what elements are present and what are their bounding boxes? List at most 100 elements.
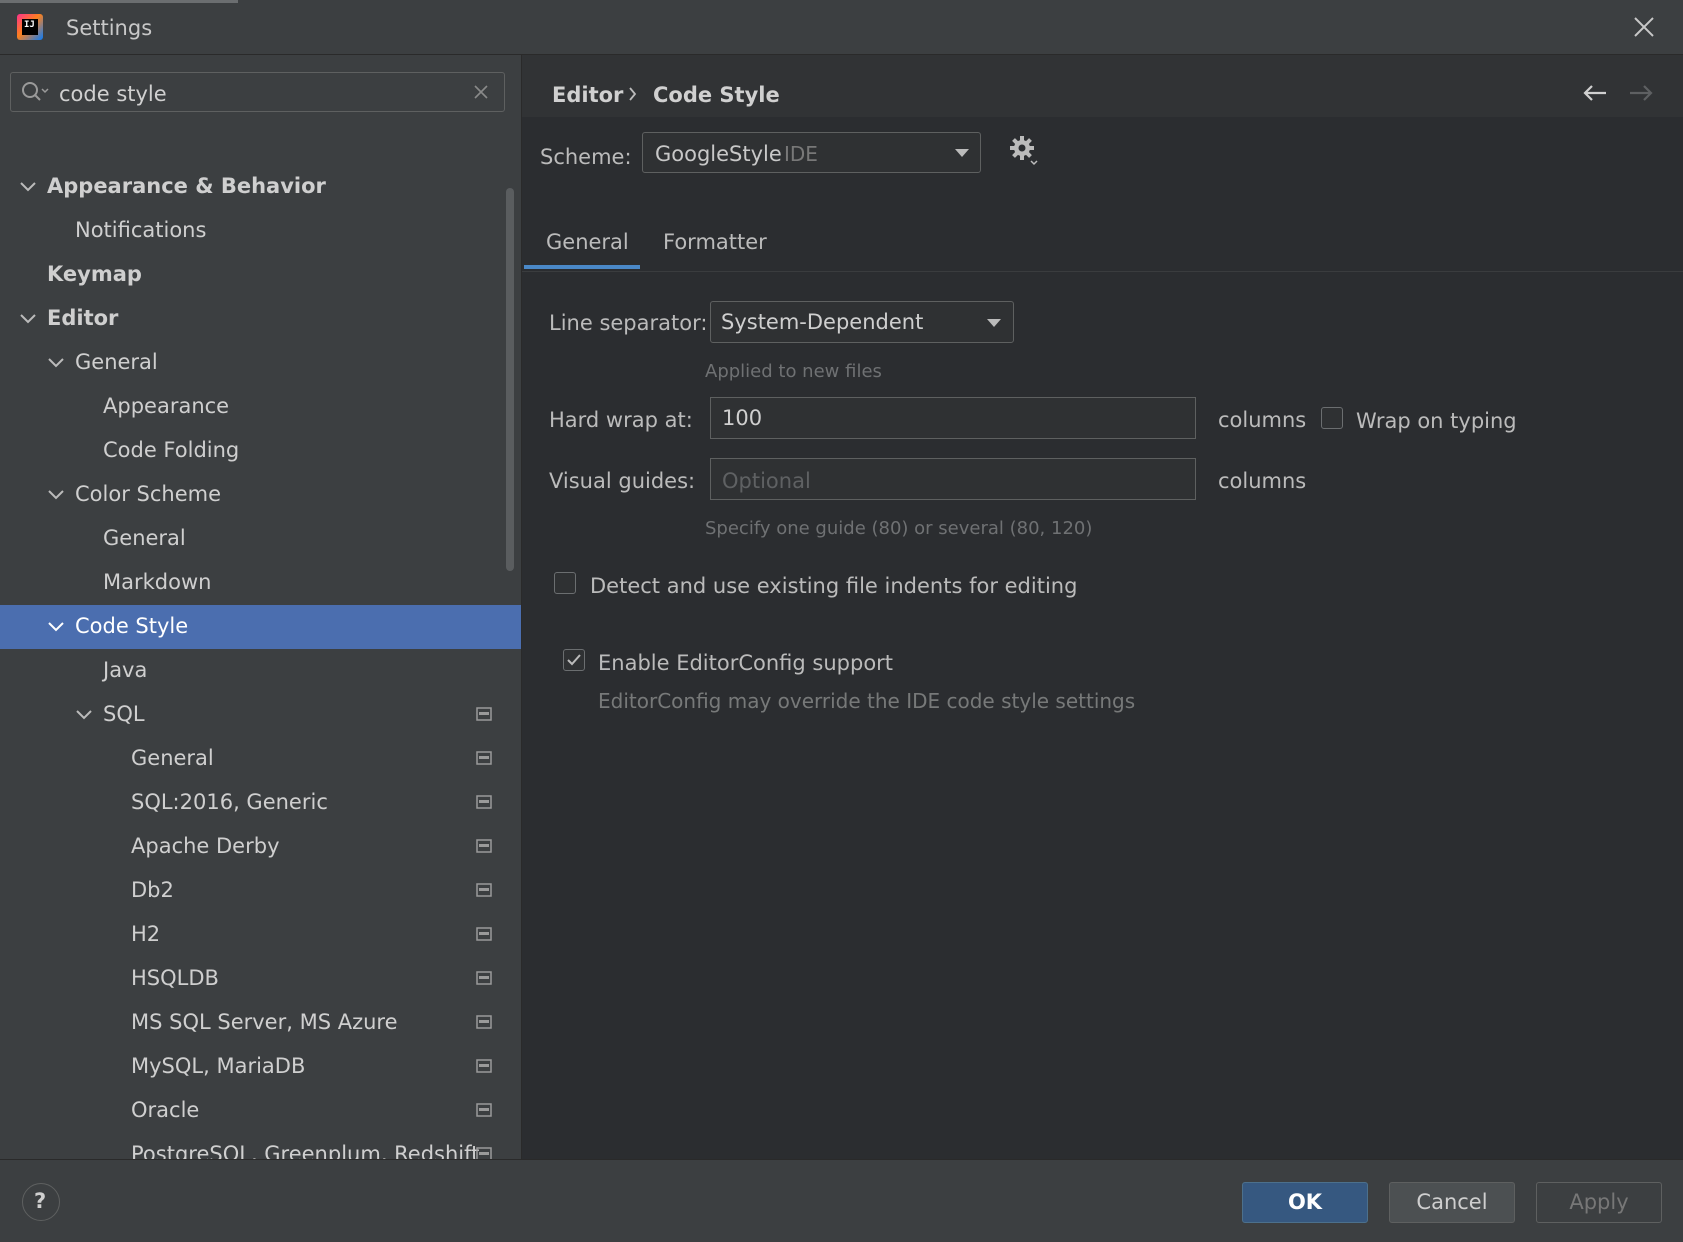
- chevron-down-icon[interactable]: [47, 354, 65, 372]
- tree-item[interactable]: Appearance: [0, 385, 521, 429]
- tree-item[interactable]: Java: [0, 649, 521, 693]
- tree-item[interactable]: General: [0, 517, 521, 561]
- chevron-down-icon[interactable]: [47, 486, 65, 504]
- visual-guides-placeholder: Optional: [722, 469, 811, 493]
- tree-item-label: Code Folding: [103, 438, 240, 462]
- project-settings-icon: [476, 883, 492, 897]
- chevron-down-icon[interactable]: [75, 706, 93, 724]
- tree-item[interactable]: Notifications: [0, 209, 521, 253]
- tree-item[interactable]: SQL:2016, Generic: [0, 781, 521, 825]
- tab-general[interactable]: General: [546, 230, 629, 254]
- tree-item[interactable]: Color Scheme: [0, 473, 521, 517]
- tree-item[interactable]: Editor: [0, 297, 521, 341]
- tree-item-label: Java: [103, 658, 148, 682]
- hard-wrap-value: 100: [722, 406, 763, 430]
- project-settings-icon: [476, 1147, 492, 1159]
- tree-item[interactable]: Markdown: [0, 561, 521, 605]
- search-input-value: code style: [59, 82, 167, 106]
- title-bar: IJ Settings: [0, 0, 1683, 55]
- tree-item[interactable]: Code Folding: [0, 429, 521, 473]
- title-progress-indicator: [0, 0, 238, 3]
- tree-item-label: General: [131, 746, 214, 770]
- tree-item-label: Keymap: [47, 262, 142, 286]
- intellij-logo-icon: IJ: [17, 14, 43, 40]
- chevron-down-icon[interactable]: [47, 618, 65, 636]
- gear-icon[interactable]: [1009, 135, 1039, 167]
- clear-search-icon[interactable]: [472, 83, 490, 101]
- tree-item-label: PostgreSQL, Greenplum, Redshift: [131, 1142, 480, 1159]
- tree-item[interactable]: Code Style: [0, 605, 521, 649]
- project-settings-icon: [476, 795, 492, 809]
- editorconfig-hint: EditorConfig may override the IDE code s…: [598, 689, 1136, 713]
- tree-item[interactable]: H2: [0, 913, 521, 957]
- breadcrumb-editor[interactable]: Editor: [552, 83, 623, 107]
- help-button[interactable]: ?: [22, 1183, 60, 1221]
- search-input[interactable]: code style: [10, 72, 505, 112]
- tree-item[interactable]: Oracle: [0, 1089, 521, 1133]
- dialog-button-bar: ? OK Cancel Apply: [0, 1159, 1683, 1242]
- project-settings-icon: [476, 927, 492, 941]
- detect-indents-checkbox[interactable]: [554, 572, 576, 594]
- hard-wrap-field[interactable]: 100: [710, 397, 1196, 439]
- tree-item-label: Code Style: [75, 614, 189, 638]
- tree-item-label: Appearance & Behavior: [47, 174, 326, 198]
- close-icon[interactable]: [1631, 14, 1657, 40]
- project-settings-icon: [476, 707, 492, 721]
- active-tab-indicator: [524, 265, 640, 269]
- tree-item-label: Oracle: [131, 1098, 200, 1122]
- tree-item[interactable]: HSQLDB: [0, 957, 521, 1001]
- hard-wrap-label: Hard wrap at:: [549, 408, 693, 432]
- scheme-dropdown[interactable]: GoogleStyle IDE: [642, 132, 981, 173]
- help-label: ?: [34, 1189, 47, 1213]
- visual-guides-field[interactable]: Optional: [710, 458, 1196, 500]
- tree-item-label: MS SQL Server, MS Azure: [131, 1010, 398, 1034]
- tree-item-label: Apache Derby: [131, 834, 280, 858]
- sidebar-scrollbar[interactable]: [506, 188, 514, 571]
- line-separator-value: System-Dependent: [721, 310, 924, 334]
- tree-item[interactable]: General: [0, 341, 521, 385]
- tree-item-label: Db2: [131, 878, 174, 902]
- cancel-button[interactable]: Cancel: [1389, 1182, 1515, 1223]
- tree-item[interactable]: MySQL, MariaDB: [0, 1045, 521, 1089]
- breadcrumb: Editor Code Style: [522, 55, 1683, 117]
- tree-item-label: MySQL, MariaDB: [131, 1054, 306, 1078]
- visual-guides-hint: Specify one guide (80) or several (80, 1…: [705, 518, 1093, 539]
- project-settings-icon: [476, 1059, 492, 1073]
- apply-button[interactable]: Apply: [1536, 1182, 1662, 1223]
- hard-wrap-columns-label: columns: [1218, 408, 1307, 432]
- tree-item-label: SQL: [103, 702, 145, 726]
- editorconfig-label: Enable EditorConfig support: [598, 651, 894, 675]
- wrap-on-typing-label: Wrap on typing: [1356, 409, 1517, 433]
- chevron-down-icon[interactable]: [19, 178, 37, 196]
- tree-item-label: HSQLDB: [131, 966, 219, 990]
- scheme-label: Scheme:: [540, 145, 632, 169]
- tree-item-label: H2: [131, 922, 161, 946]
- tree-item[interactable]: General: [0, 737, 521, 781]
- back-arrow-icon[interactable]: [1582, 82, 1608, 104]
- forward-arrow-icon[interactable]: [1628, 82, 1654, 104]
- chevron-down-icon: [987, 319, 1001, 327]
- ok-button[interactable]: OK: [1242, 1182, 1368, 1223]
- editorconfig-checkbox[interactable]: [563, 649, 585, 671]
- line-separator-label: Line separator:: [549, 311, 708, 335]
- checkmark-icon: [567, 654, 581, 666]
- line-separator-dropdown[interactable]: System-Dependent: [710, 301, 1014, 343]
- wrap-on-typing-checkbox[interactable]: [1321, 407, 1343, 429]
- project-settings-icon: [476, 751, 492, 765]
- detect-indents-label: Detect and use existing file indents for…: [590, 574, 1078, 598]
- settings-content: Editor Code Style Scheme: GoogleStyle ID…: [522, 55, 1683, 1159]
- chevron-down-icon[interactable]: [19, 310, 37, 328]
- tree-item-label: SQL:2016, Generic: [131, 790, 328, 814]
- tree-item[interactable]: Keymap: [0, 253, 521, 297]
- tree-item[interactable]: MS SQL Server, MS Azure: [0, 1001, 521, 1045]
- tree-item[interactable]: Db2: [0, 869, 521, 913]
- scheme-value: GoogleStyle: [655, 142, 782, 166]
- tree-item-label: Notifications: [75, 218, 207, 242]
- chevron-down-icon: [955, 149, 969, 157]
- tree-item[interactable]: PostgreSQL, Greenplum, Redshift: [0, 1133, 521, 1159]
- tab-formatter[interactable]: Formatter: [663, 230, 767, 254]
- tree-item[interactable]: SQL: [0, 693, 521, 737]
- tree-item[interactable]: Apache Derby: [0, 825, 521, 869]
- tree-item[interactable]: Appearance & Behavior: [0, 165, 521, 209]
- line-separator-hint: Applied to new files: [705, 361, 882, 382]
